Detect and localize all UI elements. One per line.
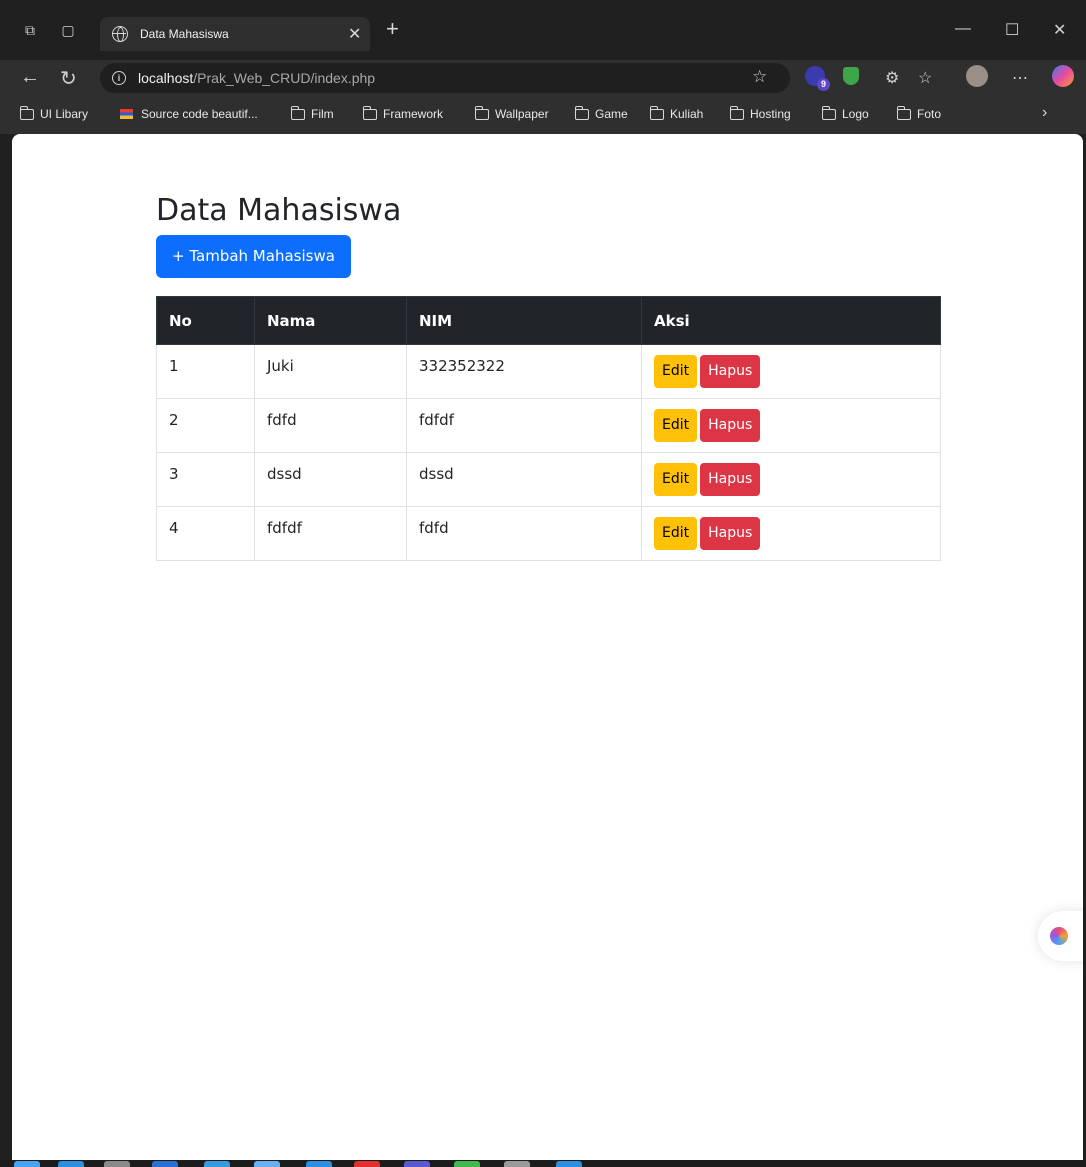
taskbar-app-icon[interactable] bbox=[556, 1161, 582, 1167]
bookmark-hosting[interactable]: Hosting bbox=[730, 105, 791, 121]
delete-button[interactable]: Hapus bbox=[700, 355, 761, 388]
extensions-icon[interactable]: ⚙ bbox=[885, 68, 899, 88]
close-tab-icon[interactable]: ✕ bbox=[348, 24, 361, 44]
sidebar-assistant-widget[interactable] bbox=[1038, 911, 1083, 961]
cell-no: 2 bbox=[156, 398, 255, 453]
folder-icon bbox=[650, 105, 664, 120]
bookmark-film[interactable]: Film bbox=[291, 105, 334, 121]
cell-nim: fdfdf bbox=[406, 398, 642, 453]
bookmark-wallpaper[interactable]: Wallpaper bbox=[475, 105, 549, 121]
bookmark-game[interactable]: Game bbox=[575, 105, 628, 121]
cell-nama: fdfd bbox=[254, 398, 407, 453]
browser-title-bar: ⧉ ▢ Data Mahasiswa ✕ + — ☐ ✕ bbox=[0, 0, 1086, 60]
back-icon[interactable]: ← bbox=[20, 66, 40, 89]
folder-icon bbox=[291, 105, 305, 120]
taskbar-app-icon[interactable] bbox=[58, 1161, 84, 1167]
bookmark-foto[interactable]: Foto bbox=[897, 105, 941, 121]
taskbar-app-icon[interactable] bbox=[404, 1161, 430, 1167]
folder-icon bbox=[363, 105, 377, 120]
chevron-right-icon[interactable]: › bbox=[1042, 104, 1047, 122]
taskbar-app-icon[interactable] bbox=[204, 1161, 230, 1167]
tab-title: Data Mahasiswa bbox=[140, 27, 229, 41]
edit-button[interactable]: Edit bbox=[654, 517, 698, 550]
cell-aksi: Edit Hapus bbox=[641, 398, 941, 453]
bookmarks-bar: UI Libary Source code beautif... Film Fr… bbox=[0, 96, 1086, 134]
edit-button[interactable]: Edit bbox=[654, 463, 698, 496]
edit-button[interactable]: Edit bbox=[654, 409, 698, 442]
page-title: Data Mahasiswa bbox=[156, 193, 402, 228]
cell-nama: Juki bbox=[254, 344, 407, 399]
edit-button[interactable]: Edit bbox=[654, 355, 698, 388]
page-viewport: Data Mahasiswa + Tambah Mahasiswa No Nam… bbox=[12, 134, 1083, 1164]
bookmark-kuliah[interactable]: Kuliah bbox=[650, 105, 703, 121]
delete-button[interactable]: Hapus bbox=[700, 517, 761, 550]
cell-aksi: Edit Hapus bbox=[641, 506, 941, 561]
cell-aksi: Edit Hapus bbox=[641, 452, 941, 507]
address-bar[interactable]: i localhost/Prak_Web_CRUD/index.php ☆ bbox=[100, 63, 790, 93]
browser-toolbar: ← ↻ i localhost/Prak_Web_CRUD/index.php … bbox=[0, 60, 1086, 96]
favorite-star-icon[interactable]: ☆ bbox=[752, 67, 767, 87]
minimize-icon[interactable]: — bbox=[955, 20, 971, 38]
cell-nim: dssd bbox=[406, 452, 642, 507]
site-info-icon[interactable]: i bbox=[112, 71, 126, 85]
source-code-favicon bbox=[120, 109, 133, 119]
header-nim: NIM bbox=[406, 296, 642, 345]
bookmark-source-code[interactable]: Source code beautif... bbox=[120, 107, 258, 121]
cell-nama: dssd bbox=[254, 452, 407, 507]
taskbar-app-icon[interactable] bbox=[254, 1161, 280, 1167]
workspaces-icon[interactable]: ⧉ bbox=[22, 22, 38, 38]
table-header-row: No Nama NIM Aksi bbox=[156, 296, 941, 345]
table-row: 3 dssd dssd Edit Hapus bbox=[156, 452, 941, 507]
profile-avatar[interactable] bbox=[966, 65, 988, 87]
table-row: 2 fdfd fdfdf Edit Hapus bbox=[156, 398, 941, 453]
delete-button[interactable]: Hapus bbox=[700, 463, 761, 496]
taskbar-app-icon[interactable] bbox=[454, 1161, 480, 1167]
delete-button[interactable]: Hapus bbox=[700, 409, 761, 442]
copilot-icon[interactable] bbox=[1052, 65, 1074, 87]
cell-no: 1 bbox=[156, 344, 255, 399]
folder-icon bbox=[475, 105, 489, 120]
favorites-icon[interactable]: ☆ bbox=[918, 68, 932, 88]
cell-no: 4 bbox=[156, 506, 255, 561]
extension-icon[interactable]: 9 bbox=[805, 66, 830, 91]
folder-icon bbox=[822, 105, 836, 120]
cell-nama: fdfdf bbox=[254, 506, 407, 561]
bookmark-logo[interactable]: Logo bbox=[822, 105, 869, 121]
new-tab-icon[interactable]: + bbox=[386, 16, 399, 42]
taskbar-app-icon[interactable] bbox=[306, 1161, 332, 1167]
cell-no: 3 bbox=[156, 452, 255, 507]
content-container: Data Mahasiswa + Tambah Mahasiswa No Nam… bbox=[156, 192, 941, 561]
bookmark-ui-libary[interactable]: UI Libary bbox=[20, 105, 88, 121]
add-student-button[interactable]: + Tambah Mahasiswa bbox=[156, 235, 351, 278]
shield-extension-icon[interactable] bbox=[843, 67, 859, 85]
header-nama: Nama bbox=[254, 296, 407, 345]
header-aksi: Aksi bbox=[641, 296, 941, 345]
taskbar-app-icon[interactable] bbox=[504, 1161, 530, 1167]
folder-icon bbox=[730, 105, 744, 120]
cell-aksi: Edit Hapus bbox=[641, 344, 941, 399]
taskbar-app-icon[interactable] bbox=[152, 1161, 178, 1167]
maximize-icon[interactable]: ☐ bbox=[1005, 20, 1019, 40]
brain-icon bbox=[1050, 927, 1068, 945]
url-text[interactable]: localhost/Prak_Web_CRUD/index.php bbox=[138, 70, 375, 86]
table-row: 1 Juki 332352322 Edit Hapus bbox=[156, 344, 941, 399]
cell-nim: fdfd bbox=[406, 506, 642, 561]
folder-icon bbox=[20, 105, 34, 120]
refresh-icon[interactable]: ↻ bbox=[60, 66, 77, 91]
students-table: No Nama NIM Aksi 1 Juki 332352322 Edit Ha… bbox=[156, 296, 941, 561]
folder-icon bbox=[897, 105, 911, 120]
header-no: No bbox=[156, 296, 255, 345]
folder-icon bbox=[575, 105, 589, 120]
close-window-icon[interactable]: ✕ bbox=[1053, 20, 1066, 40]
globe-icon bbox=[112, 26, 128, 42]
tab-actions-icon[interactable]: ▢ bbox=[60, 22, 76, 38]
bookmark-framework[interactable]: Framework bbox=[363, 105, 443, 121]
tab-data-mahasiswa[interactable]: Data Mahasiswa ✕ bbox=[100, 17, 370, 51]
more-icon[interactable]: ⋯ bbox=[1012, 68, 1028, 88]
taskbar-app-icon[interactable] bbox=[104, 1161, 130, 1167]
table-row: 4 fdfdf fdfd Edit Hapus bbox=[156, 506, 941, 561]
cell-nim: 332352322 bbox=[406, 344, 642, 399]
taskbar-app-icon[interactable] bbox=[354, 1161, 380, 1167]
taskbar-app-icon[interactable] bbox=[14, 1161, 40, 1167]
